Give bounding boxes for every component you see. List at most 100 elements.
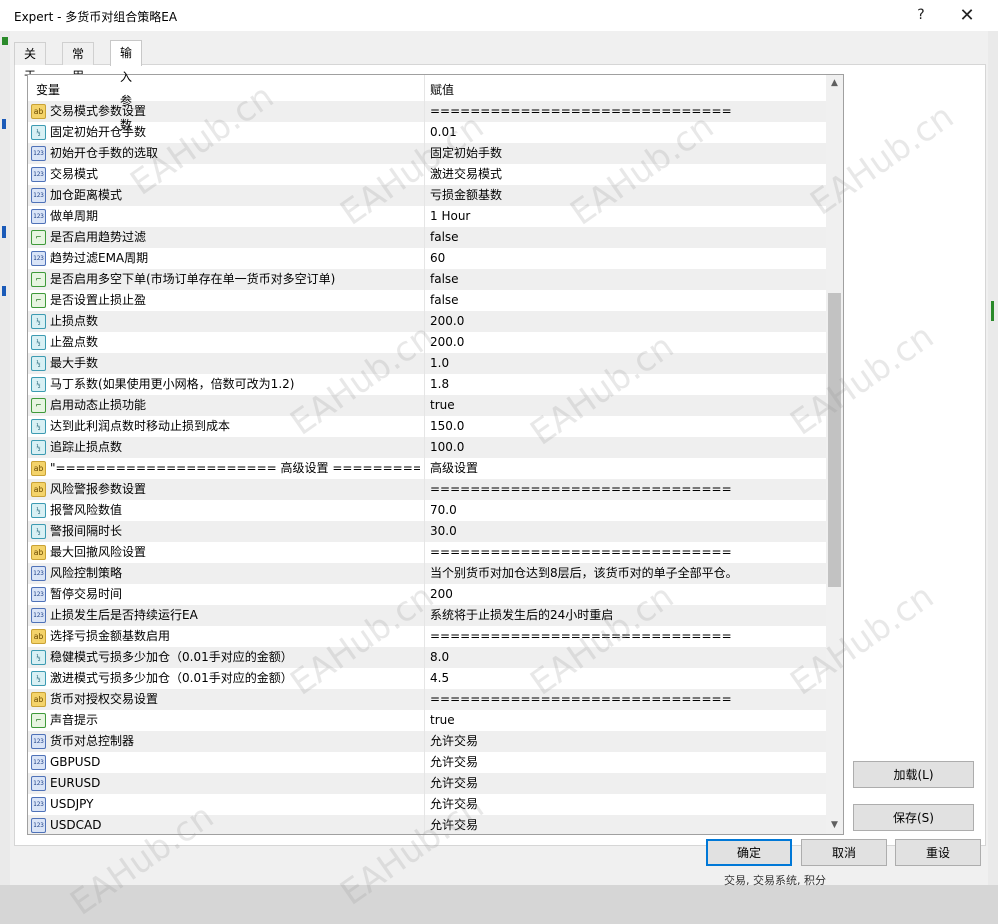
parameter-value[interactable]: false <box>430 269 824 290</box>
expert-dialog: Expert - 多货币对组合策略EA ? ✕ 关于 常用 输入参数 变量 赋值… <box>0 0 998 924</box>
table-row[interactable]: ½ 稳健模式亏损多少加仓（0.01手对应的金额） 8.0 <box>28 647 826 668</box>
scroll-down-icon[interactable]: ▼ <box>826 817 843 834</box>
parameter-name: 报警风险数值 <box>50 503 123 517</box>
parameter-value[interactable]: 8.0 <box>430 647 824 668</box>
close-button[interactable]: ✕ <box>944 0 990 31</box>
table-row[interactable]: 123 做单周期 1 Hour <box>28 206 826 227</box>
parameter-value[interactable]: 100.0 <box>430 437 824 458</box>
parameter-value[interactable]: 高级设置 <box>430 458 824 479</box>
table-row[interactable]: ½ 报警风险数值 70.0 <box>28 500 826 521</box>
parameter-value[interactable]: false <box>430 227 824 248</box>
parameter-value[interactable]: ============================== <box>430 542 824 563</box>
table-row[interactable]: 123 暂停交易时间 200 <box>28 584 826 605</box>
table-row[interactable]: ⌐ 启用动态止损功能 true <box>28 395 826 416</box>
parameter-value[interactable]: 固定初始手数 <box>430 143 824 164</box>
tab-common[interactable]: 常用 <box>62 42 95 83</box>
parameter-value[interactable]: 系统将于止损发生后的24小时重启 <box>430 605 824 626</box>
parameter-value[interactable]: 允许交易 <box>430 731 824 752</box>
background-window-left-edge <box>0 31 10 885</box>
parameter-value[interactable]: 1 Hour <box>430 206 824 227</box>
table-row[interactable]: ½ 达到此利润点数时移动止损到成本 150.0 <box>28 416 826 437</box>
parameter-value[interactable]: 允许交易 <box>430 773 824 794</box>
integer-type-icon: 123 <box>31 587 46 602</box>
table-row[interactable]: ½ 激进模式亏损多少加仓（0.01手对应的金额） 4.5 <box>28 668 826 689</box>
table-row[interactable]: ⌐ 是否设置止损止盈 false <box>28 290 826 311</box>
save-button[interactable]: 保存(S) <box>853 804 974 831</box>
parameter-value[interactable]: 200 <box>430 584 824 605</box>
table-row[interactable]: ab 最大回撤风险设置 ============================== <box>28 542 826 563</box>
integer-type-icon: 123 <box>31 209 46 224</box>
table-row[interactable]: 123 初始开仓手数的选取 固定初始手数 <box>28 143 826 164</box>
parameter-value[interactable]: ============================== <box>430 689 824 710</box>
parameter-value[interactable]: 30.0 <box>430 521 824 542</box>
table-row[interactable]: 123 风险控制策略 当个别货币对加仓达到8层后，该货币对的单子全部平仓。 <box>28 563 826 584</box>
table-row[interactable]: ½ 警报间隔时长 30.0 <box>28 521 826 542</box>
table-row[interactable]: 123 交易模式 激进交易模式 <box>28 164 826 185</box>
help-button[interactable]: ? <box>898 0 944 31</box>
vertical-scrollbar[interactable]: ▲ ▼ <box>826 75 843 834</box>
parameter-value[interactable]: 1.0 <box>430 353 824 374</box>
table-row[interactable]: 123 EURUSD 允许交易 <box>28 773 826 794</box>
table-row[interactable]: 123 趋势过滤EMA周期 60 <box>28 248 826 269</box>
table-row[interactable]: ½ 止盈点数 200.0 <box>28 332 826 353</box>
parameter-value[interactable]: 允许交易 <box>430 752 824 773</box>
parameter-name: 追踪止损点数 <box>50 440 123 454</box>
parameter-name: 警报间隔时长 <box>50 524 123 538</box>
parameter-value[interactable]: 允许交易 <box>430 815 824 834</box>
parameter-value[interactable]: true <box>430 395 824 416</box>
ok-button[interactable]: 确定 <box>706 839 792 866</box>
load-button[interactable]: 加载(L) <box>853 761 974 788</box>
parameter-value[interactable]: ============================== <box>430 626 824 647</box>
tab-inputs[interactable]: 输入参数 <box>110 40 143 132</box>
parameter-value[interactable]: 60 <box>430 248 824 269</box>
parameter-list[interactable]: 变量 赋值 ab 交易模式参数设置 ========================… <box>27 74 844 835</box>
integer-type-icon: 123 <box>31 776 46 791</box>
table-row[interactable]: ½ 最大手数 1.0 <box>28 353 826 374</box>
parameter-value[interactable]: 70.0 <box>430 500 824 521</box>
table-row[interactable]: ⌐ 是否启用趋势过滤 false <box>28 227 826 248</box>
table-row[interactable]: 123 加仓距离模式 亏损金额基数 <box>28 185 826 206</box>
cancel-button[interactable]: 取消 <box>801 839 887 866</box>
parameter-name: USDCAD <box>50 818 102 832</box>
table-row[interactable]: ⌐ 是否启用多空下单(市场订单存在单一货币对多空订单) false <box>28 269 826 290</box>
bool-type-icon: ⌐ <box>31 398 46 413</box>
parameter-value[interactable]: 1.8 <box>430 374 824 395</box>
table-row[interactable]: ab "====================== 高级设置 =========… <box>28 458 826 479</box>
parameter-value[interactable]: ============================== <box>430 101 824 122</box>
reset-button[interactable]: 重设 <box>895 839 981 866</box>
parameter-value[interactable]: true <box>430 710 824 731</box>
table-row[interactable]: 123 止损发生后是否持续运行EA 系统将于止损发生后的24小时重启 <box>28 605 826 626</box>
parameter-value[interactable]: 0.01 <box>430 122 824 143</box>
table-row[interactable]: ab 选择亏损金额基数启用 ============================… <box>28 626 826 647</box>
column-header-variable[interactable]: 变量 <box>36 81 60 98</box>
parameter-value[interactable]: 允许交易 <box>430 794 824 815</box>
table-row[interactable]: ½ 止损点数 200.0 <box>28 311 826 332</box>
table-row[interactable]: ab 交易模式参数设置 ============================== <box>28 101 826 122</box>
parameter-value[interactable]: 200.0 <box>430 332 824 353</box>
table-row[interactable]: 123 USDCAD 允许交易 <box>28 815 826 834</box>
parameter-value[interactable]: 4.5 <box>430 668 824 689</box>
table-row[interactable]: ½ 固定初始开仓手数 0.01 <box>28 122 826 143</box>
table-row[interactable]: ⌐ 声音提示 true <box>28 710 826 731</box>
scroll-up-icon[interactable]: ▲ <box>826 75 843 92</box>
scroll-thumb[interactable] <box>828 293 841 587</box>
parameter-name: 激进模式亏损多少加仓（0.01手对应的金额） <box>50 671 293 685</box>
double-type-icon: ½ <box>31 524 46 539</box>
table-row[interactable]: 123 货币对总控制器 允许交易 <box>28 731 826 752</box>
parameter-value[interactable]: 当个别货币对加仓达到8层后，该货币对的单子全部平仓。 <box>430 563 824 584</box>
parameter-value[interactable]: 200.0 <box>430 311 824 332</box>
parameter-value[interactable]: 激进交易模式 <box>430 164 824 185</box>
parameter-value[interactable]: 150.0 <box>430 416 824 437</box>
table-row[interactable]: 123 GBPUSD 允许交易 <box>28 752 826 773</box>
parameter-value[interactable]: false <box>430 290 824 311</box>
parameter-value[interactable]: ============================== <box>430 479 824 500</box>
parameter-name: 交易模式参数设置 <box>50 104 147 118</box>
column-header-value[interactable]: 赋值 <box>430 81 454 98</box>
table-row[interactable]: 123 USDJPY 允许交易 <box>28 794 826 815</box>
table-row[interactable]: ab 货币对授权交易设置 =============================… <box>28 689 826 710</box>
tab-about[interactable]: 关于 <box>14 42 47 83</box>
table-row[interactable]: ab 风险警报参数设置 ============================== <box>28 479 826 500</box>
table-row[interactable]: ½ 追踪止损点数 100.0 <box>28 437 826 458</box>
parameter-value[interactable]: 亏损金额基数 <box>430 185 824 206</box>
table-row[interactable]: ½ 马丁系数(如果使用更小网格，倍数可改为1.2) 1.8 <box>28 374 826 395</box>
